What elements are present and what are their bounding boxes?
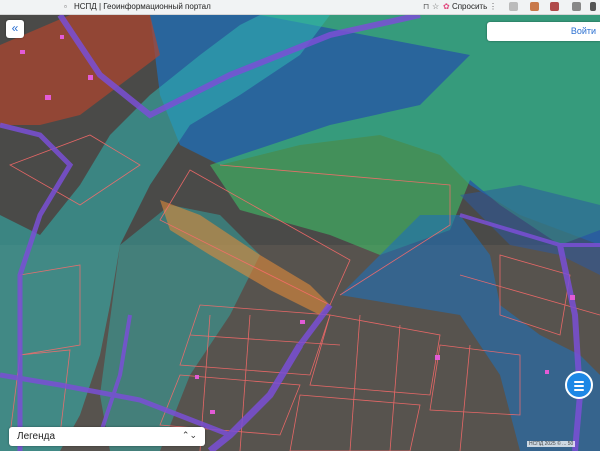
ask-icon: ✿ xyxy=(443,2,450,11)
map-svg xyxy=(0,15,600,451)
chat-button[interactable] xyxy=(565,371,593,399)
more-icon[interactable]: ⋮ xyxy=(489,2,497,11)
extension-icon[interactable] xyxy=(530,2,539,11)
extension-icon[interactable] xyxy=(572,2,581,11)
chat-icon xyxy=(574,381,584,393)
star-icon[interactable]: ☆ xyxy=(432,2,439,11)
ask-label: Спросить xyxy=(451,2,488,11)
legend-select[interactable]: Легенда ⌃⌄ xyxy=(9,427,205,446)
lock-icon: ▫ xyxy=(64,2,67,11)
scale-attribution: НСПД 2025 © ... 50 xyxy=(527,441,576,447)
collapse-icon: « xyxy=(11,21,19,35)
map-canvas[interactable] xyxy=(0,15,600,451)
ask-button[interactable]: ✿ Спросить xyxy=(443,2,487,11)
extension-icon[interactable] xyxy=(590,2,596,11)
browser-top-bar: ▫ НСПД | Геоинформационный портал ⊓ ☆ ✿ … xyxy=(0,0,600,15)
collapse-panel-button[interactable]: « xyxy=(6,20,24,38)
extension-icon[interactable] xyxy=(509,2,518,11)
login-button[interactable]: Войти xyxy=(487,22,600,41)
bookmark-icon[interactable]: ⊓ xyxy=(423,2,429,11)
extension-icon[interactable] xyxy=(550,2,559,11)
legend-label: Легенда xyxy=(17,431,56,442)
chevron-updown-icon: ⌃⌄ xyxy=(181,430,197,440)
tab-title: НСПД | Геоинформационный портал xyxy=(74,2,211,11)
